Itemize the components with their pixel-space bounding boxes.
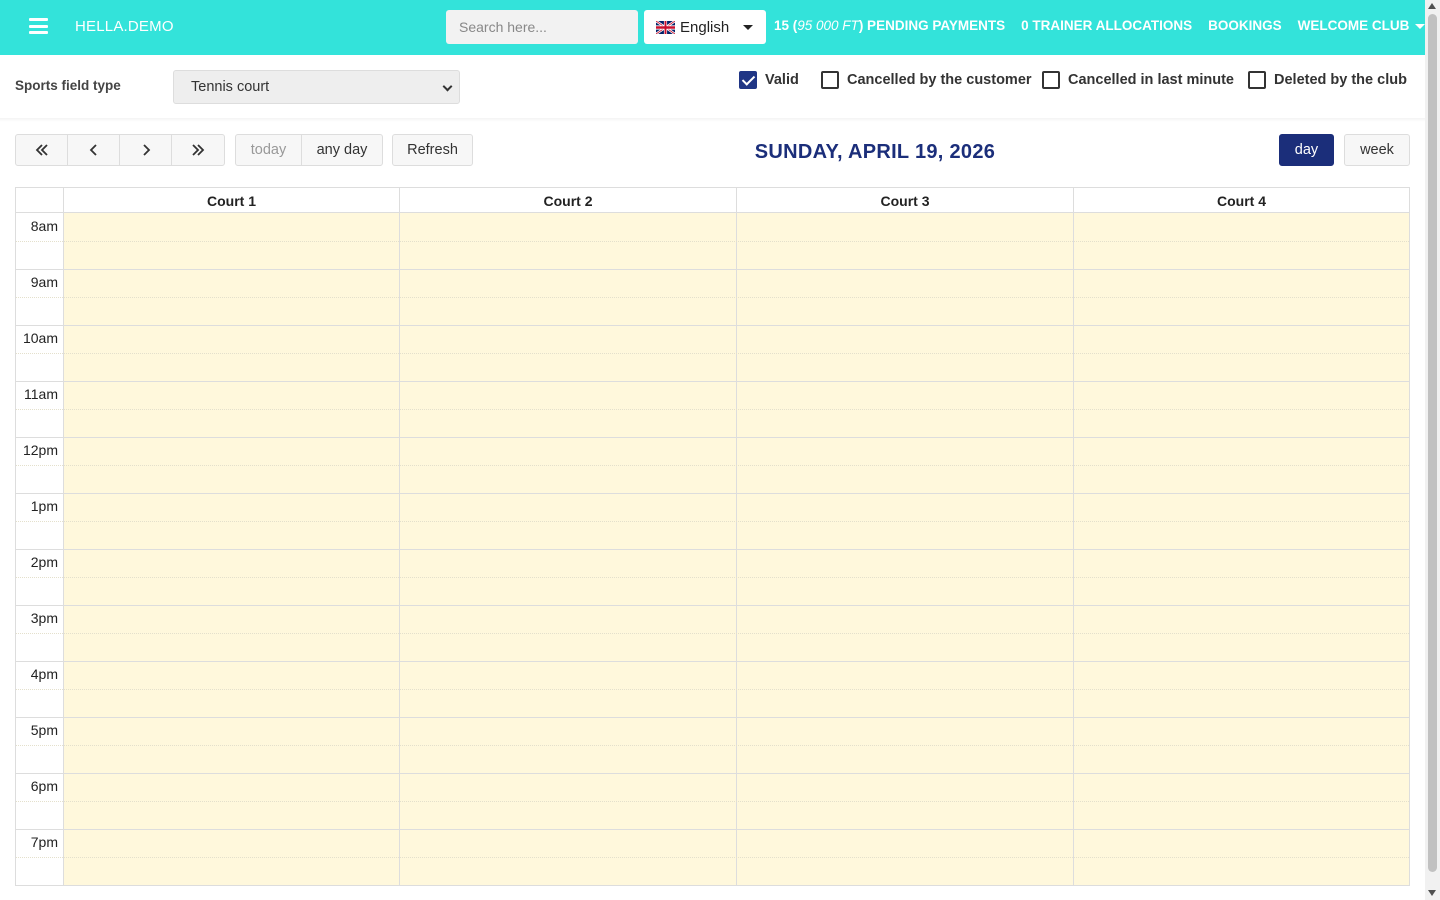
scroll-down-icon[interactable] bbox=[1428, 890, 1436, 896]
checkbox-label: Cancelled in last minute bbox=[1068, 72, 1234, 88]
half-hour-line bbox=[16, 409, 1409, 410]
week-view-button[interactable]: week bbox=[1344, 134, 1410, 166]
court-header: Court 1 bbox=[63, 188, 399, 213]
hour-line bbox=[16, 549, 1409, 550]
half-hour-line bbox=[16, 465, 1409, 466]
hour-line bbox=[16, 829, 1409, 830]
checkbox-unchecked-icon bbox=[1248, 71, 1266, 89]
time-label: 2pm bbox=[30, 554, 58, 570]
half-hour-line bbox=[16, 577, 1409, 578]
calendar-grid: Court 1 Court 2 Court 3 Court 4 8am 9am 10… bbox=[15, 187, 1410, 886]
hour-line bbox=[16, 269, 1409, 270]
half-hour-line bbox=[16, 745, 1409, 746]
half-hour-line bbox=[16, 521, 1409, 522]
sports-field-type-label: Sports field type bbox=[15, 78, 121, 93]
half-hour-line bbox=[16, 297, 1409, 298]
time-label: 11am bbox=[24, 386, 58, 402]
time-label: 1pm bbox=[30, 498, 58, 514]
day-view-button[interactable]: day bbox=[1279, 134, 1334, 166]
time-label: 9am bbox=[30, 274, 58, 290]
hour-line bbox=[16, 437, 1409, 438]
time-label: 6pm bbox=[30, 778, 58, 794]
scroll-up-icon[interactable] bbox=[1428, 3, 1436, 9]
divider bbox=[0, 118, 1425, 122]
hour-line bbox=[16, 605, 1409, 606]
time-label: 8am bbox=[30, 218, 58, 234]
sports-field-type-select[interactable]: Tennis court bbox=[173, 70, 460, 104]
sports-field-type-value: Tennis court bbox=[191, 79, 270, 95]
language-label: English bbox=[680, 18, 730, 36]
time-label: 5pm bbox=[30, 722, 58, 738]
filter-bar: Sports field type Tennis court Valid Can… bbox=[0, 55, 1425, 118]
court-header: Court 4 bbox=[1073, 188, 1409, 213]
time-label: 7pm bbox=[30, 834, 58, 850]
checkbox-valid[interactable]: Valid bbox=[739, 71, 799, 89]
hour-line bbox=[16, 773, 1409, 774]
time-label: 10am bbox=[22, 330, 58, 346]
scrollbar-thumb[interactable] bbox=[1428, 14, 1437, 872]
caret-down-icon bbox=[1415, 23, 1426, 29]
bookings-link[interactable]: BOOKINGS bbox=[1208, 18, 1282, 33]
caret-down-icon bbox=[743, 25, 753, 30]
hour-line bbox=[16, 493, 1409, 494]
hour-line bbox=[16, 325, 1409, 326]
time-label: 3pm bbox=[30, 610, 58, 626]
hour-line bbox=[16, 717, 1409, 718]
welcome-label: WELCOME CLUB bbox=[1297, 18, 1410, 33]
checkbox-label: Cancelled by the customer bbox=[847, 72, 1032, 88]
calendar-header: Court 1 Court 2 Court 3 Court 4 bbox=[16, 188, 1409, 213]
search-input[interactable] bbox=[446, 10, 638, 44]
pending-suffix: ) PENDING PAYMENTS bbox=[858, 18, 1006, 33]
half-hour-line bbox=[16, 801, 1409, 802]
date-title: SUNDAY, APRIL 19, 2026 bbox=[754, 141, 996, 163]
menu-icon[interactable] bbox=[29, 18, 48, 34]
half-hour-line bbox=[16, 241, 1409, 242]
page-scrollbar[interactable] bbox=[1425, 0, 1440, 900]
checkbox-cancelled-by-customer[interactable]: Cancelled by the customer bbox=[821, 71, 1032, 89]
checkbox-unchecked-icon bbox=[1042, 71, 1060, 89]
welcome-club-dropdown[interactable]: WELCOME CLUB bbox=[1298, 18, 1426, 33]
checkbox-deleted-by-club[interactable]: Deleted by the club bbox=[1248, 71, 1407, 89]
hour-line bbox=[16, 661, 1409, 662]
pending-amount: 95 000 FT bbox=[797, 18, 859, 33]
language-select[interactable]: English bbox=[644, 10, 766, 44]
chevron-down-icon bbox=[442, 81, 453, 92]
brand-link[interactable]: HELLA.DEMO bbox=[75, 18, 174, 35]
court-header: Court 2 bbox=[399, 188, 736, 213]
half-hour-line bbox=[16, 633, 1409, 634]
half-hour-line bbox=[16, 857, 1409, 858]
trainer-allocations-link[interactable]: 0 TRAINER ALLOCATIONS bbox=[1021, 18, 1192, 33]
checkbox-unchecked-icon bbox=[821, 71, 839, 89]
pending-payments-link[interactable]: 15 (95 000 FT) PENDING PAYMENTS bbox=[774, 18, 1005, 33]
half-hour-line bbox=[16, 353, 1409, 354]
time-label: 4pm bbox=[30, 666, 58, 682]
court-header: Court 3 bbox=[736, 188, 1073, 213]
half-hour-line bbox=[16, 689, 1409, 690]
checkbox-cancelled-last-minute[interactable]: Cancelled in last minute bbox=[1042, 71, 1234, 89]
time-label: 12pm bbox=[22, 442, 58, 458]
hour-line bbox=[16, 381, 1409, 382]
checkbox-label: Deleted by the club bbox=[1274, 72, 1407, 88]
checkbox-checked-icon bbox=[739, 71, 757, 89]
calendar-body: 8am 9am 10am 11am 12pm 1pm 2pm 3pm 4pm 5pm 6pm 7pm bbox=[16, 213, 1409, 885]
checkbox-label: Valid bbox=[765, 72, 799, 88]
top-navbar: HELLA.DEMO English 15 (95 000 FT) PENDIN… bbox=[0, 0, 1426, 55]
uk-flag-icon bbox=[656, 20, 675, 34]
pending-count: 15 ( bbox=[774, 18, 798, 33]
